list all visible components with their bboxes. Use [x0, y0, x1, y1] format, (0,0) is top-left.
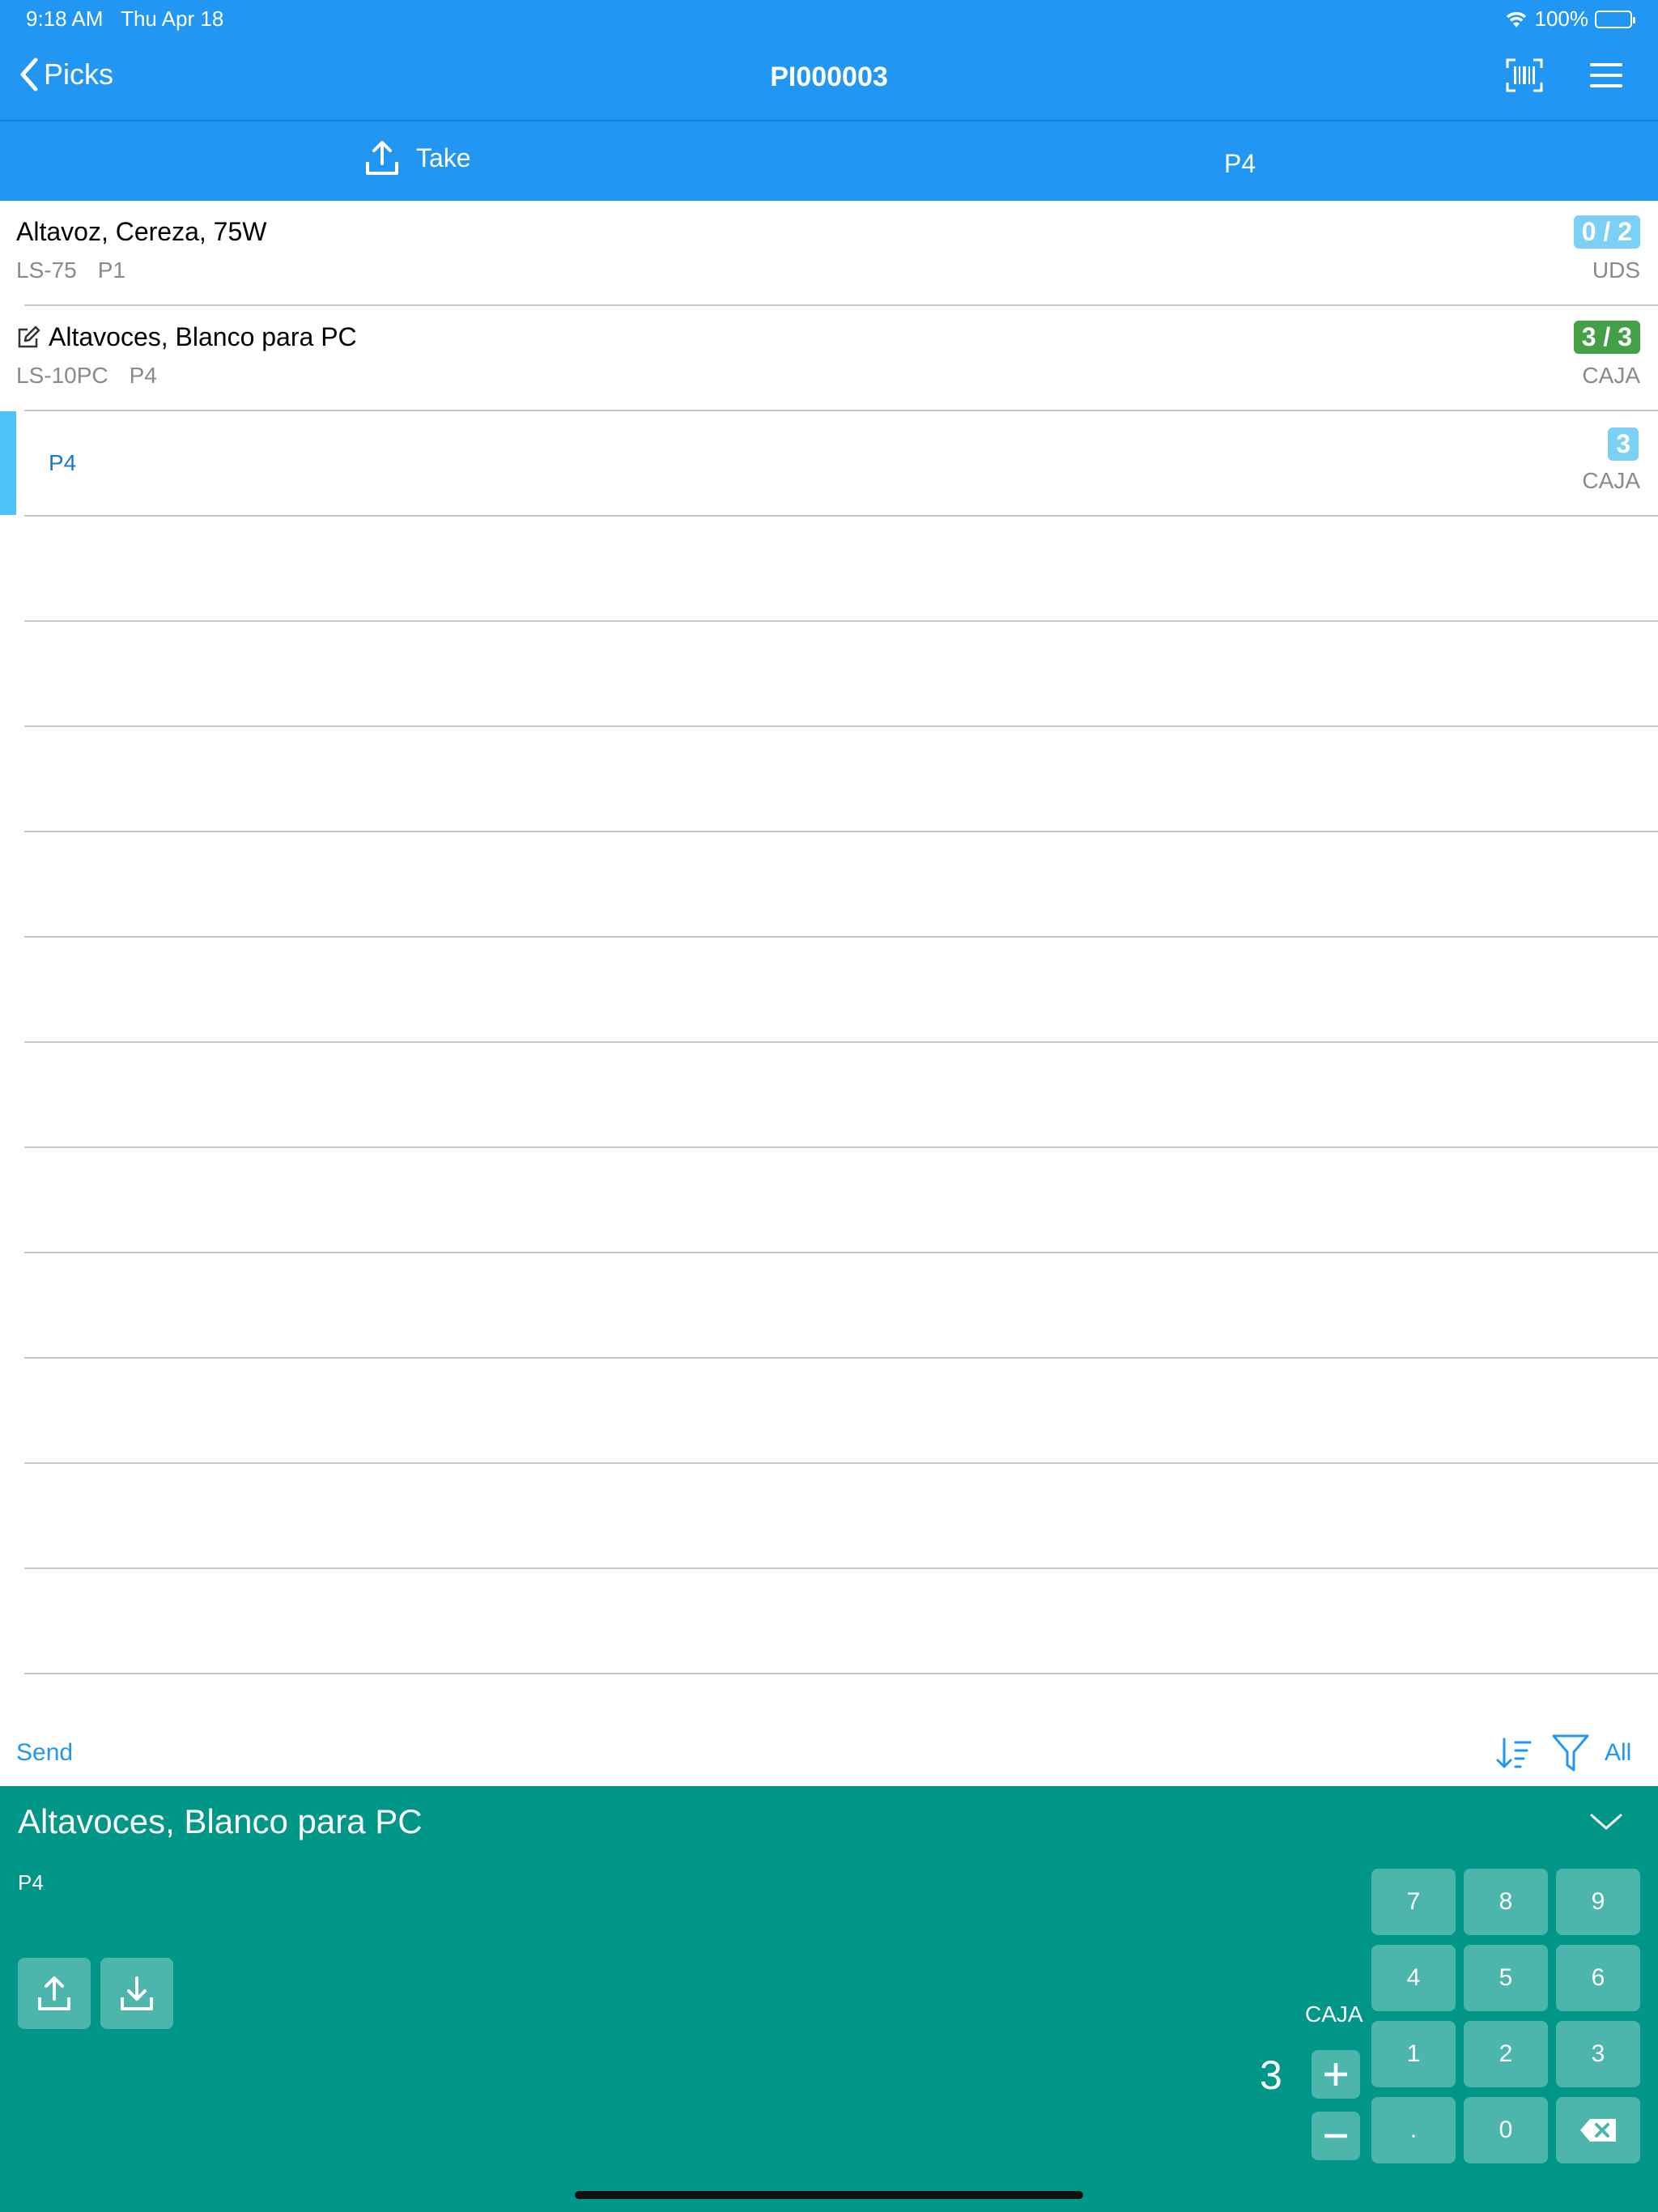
pick-lines-list: Altavoz, Cereza, 75W LS-75 P1 0 / 2 UDS A… — [0, 201, 1658, 1674]
item-meta: LS-10PC P4 — [16, 363, 157, 388]
page-title: PI000003 — [770, 62, 888, 92]
empty-row — [0, 1253, 1658, 1359]
filter-label[interactable]: All — [1605, 1739, 1631, 1767]
battery-icon — [1595, 10, 1635, 28]
location-selector[interactable]: P4 — [1224, 149, 1256, 179]
subrow-location: P4 — [49, 450, 77, 475]
empty-row — [0, 938, 1658, 1043]
item-title: Altavoces, Blanco para PC — [16, 322, 357, 352]
quantity-value: 3 — [1260, 2052, 1282, 2098]
keypad-key-0[interactable]: 0 — [1464, 2097, 1548, 2163]
battery-percent: 100% — [1534, 6, 1589, 31]
keypad-key-2[interactable]: 2 — [1464, 2021, 1548, 2087]
quantity-badge: 3 — [1608, 428, 1639, 461]
sub-toolbar: Take P4 — [0, 121, 1658, 201]
empty-row — [0, 1569, 1658, 1674]
decrement-button[interactable] — [1312, 2112, 1360, 2160]
keypad-key-6[interactable]: 6 — [1556, 1945, 1640, 2011]
barcode-scan-icon[interactable] — [1506, 58, 1543, 92]
status-time: 9:18 AM Thu Apr 18 — [26, 6, 224, 31]
filter-icon[interactable] — [1551, 1733, 1590, 1773]
quantity-badge: 3 / 3 — [1573, 321, 1640, 354]
panel-location: P4 — [18, 1870, 44, 1895]
quantity-badge: 0 / 2 — [1573, 215, 1640, 249]
download-icon — [121, 1976, 153, 2010]
chevron-down-icon[interactable] — [1588, 1810, 1624, 1833]
keypad-key-decimal[interactable]: . — [1371, 2097, 1456, 2163]
panel-title: Altavoces, Blanco para PC — [18, 1802, 423, 1840]
keypad-key-9[interactable]: 9 — [1556, 1869, 1640, 1935]
plus-icon — [1324, 2063, 1347, 2086]
put-action-button[interactable] — [100, 1958, 173, 2029]
upload-icon — [366, 141, 398, 175]
unit-label: UDS — [1592, 257, 1640, 283]
quantity-unit: CAJA — [1305, 2001, 1363, 2027]
empty-row — [0, 517, 1658, 622]
item-meta: LS-75 P1 — [16, 257, 125, 283]
selection-indicator — [0, 411, 16, 515]
list-item[interactable]: Altavoces, Blanco para PC LS-10PC P4 3 / … — [0, 306, 1658, 411]
keypad-key-5[interactable]: 5 — [1464, 1945, 1548, 2011]
keypad-key-4[interactable]: 4 — [1371, 1945, 1456, 2011]
empty-row — [0, 622, 1658, 727]
list-item[interactable]: Altavoz, Cereza, 75W LS-75 P1 0 / 2 UDS — [0, 201, 1658, 306]
unit-label: CAJA — [1582, 468, 1640, 493]
empty-row — [0, 1043, 1658, 1148]
navigation-bar: 9:18 AM Thu Apr 18 100% Picks PI000003 — [0, 0, 1658, 120]
empty-row — [0, 1148, 1658, 1253]
keypad-key-1[interactable]: 1 — [1371, 2021, 1456, 2087]
take-label: Take — [416, 143, 471, 172]
upload-icon — [38, 1976, 70, 2010]
backspace-button[interactable] — [1556, 2097, 1640, 2163]
take-action-button[interactable] — [18, 1958, 91, 2029]
sort-icon[interactable] — [1494, 1736, 1533, 1772]
backspace-icon — [1580, 2119, 1616, 2142]
increment-button[interactable] — [1312, 2050, 1360, 2099]
location-subrow[interactable]: P4 3 CAJA — [0, 411, 1658, 517]
home-indicator — [575, 2191, 1083, 2199]
wifi-icon — [1506, 11, 1526, 28]
keypad-key-8[interactable]: 8 — [1464, 1869, 1548, 1935]
empty-row — [0, 1359, 1658, 1464]
item-title: Altavoz, Cereza, 75W — [16, 217, 267, 246]
take-button[interactable]: Take — [364, 139, 471, 177]
empty-row — [0, 832, 1658, 938]
unit-label: CAJA — [1582, 363, 1640, 388]
empty-row — [0, 727, 1658, 832]
minus-icon — [1324, 2133, 1347, 2138]
send-button[interactable]: Send — [16, 1739, 73, 1767]
keypad-key-7[interactable]: 7 — [1371, 1869, 1456, 1935]
edit-icon — [18, 325, 40, 347]
entry-panel: Altavoces, Blanco para PC P4 CAJA 3 7 8 … — [0, 1786, 1658, 2212]
menu-icon[interactable] — [1590, 62, 1622, 89]
status-indicators: 100% — [1504, 6, 1635, 32]
keypad-key-3[interactable]: 3 — [1556, 2021, 1640, 2087]
empty-row — [0, 1464, 1658, 1569]
